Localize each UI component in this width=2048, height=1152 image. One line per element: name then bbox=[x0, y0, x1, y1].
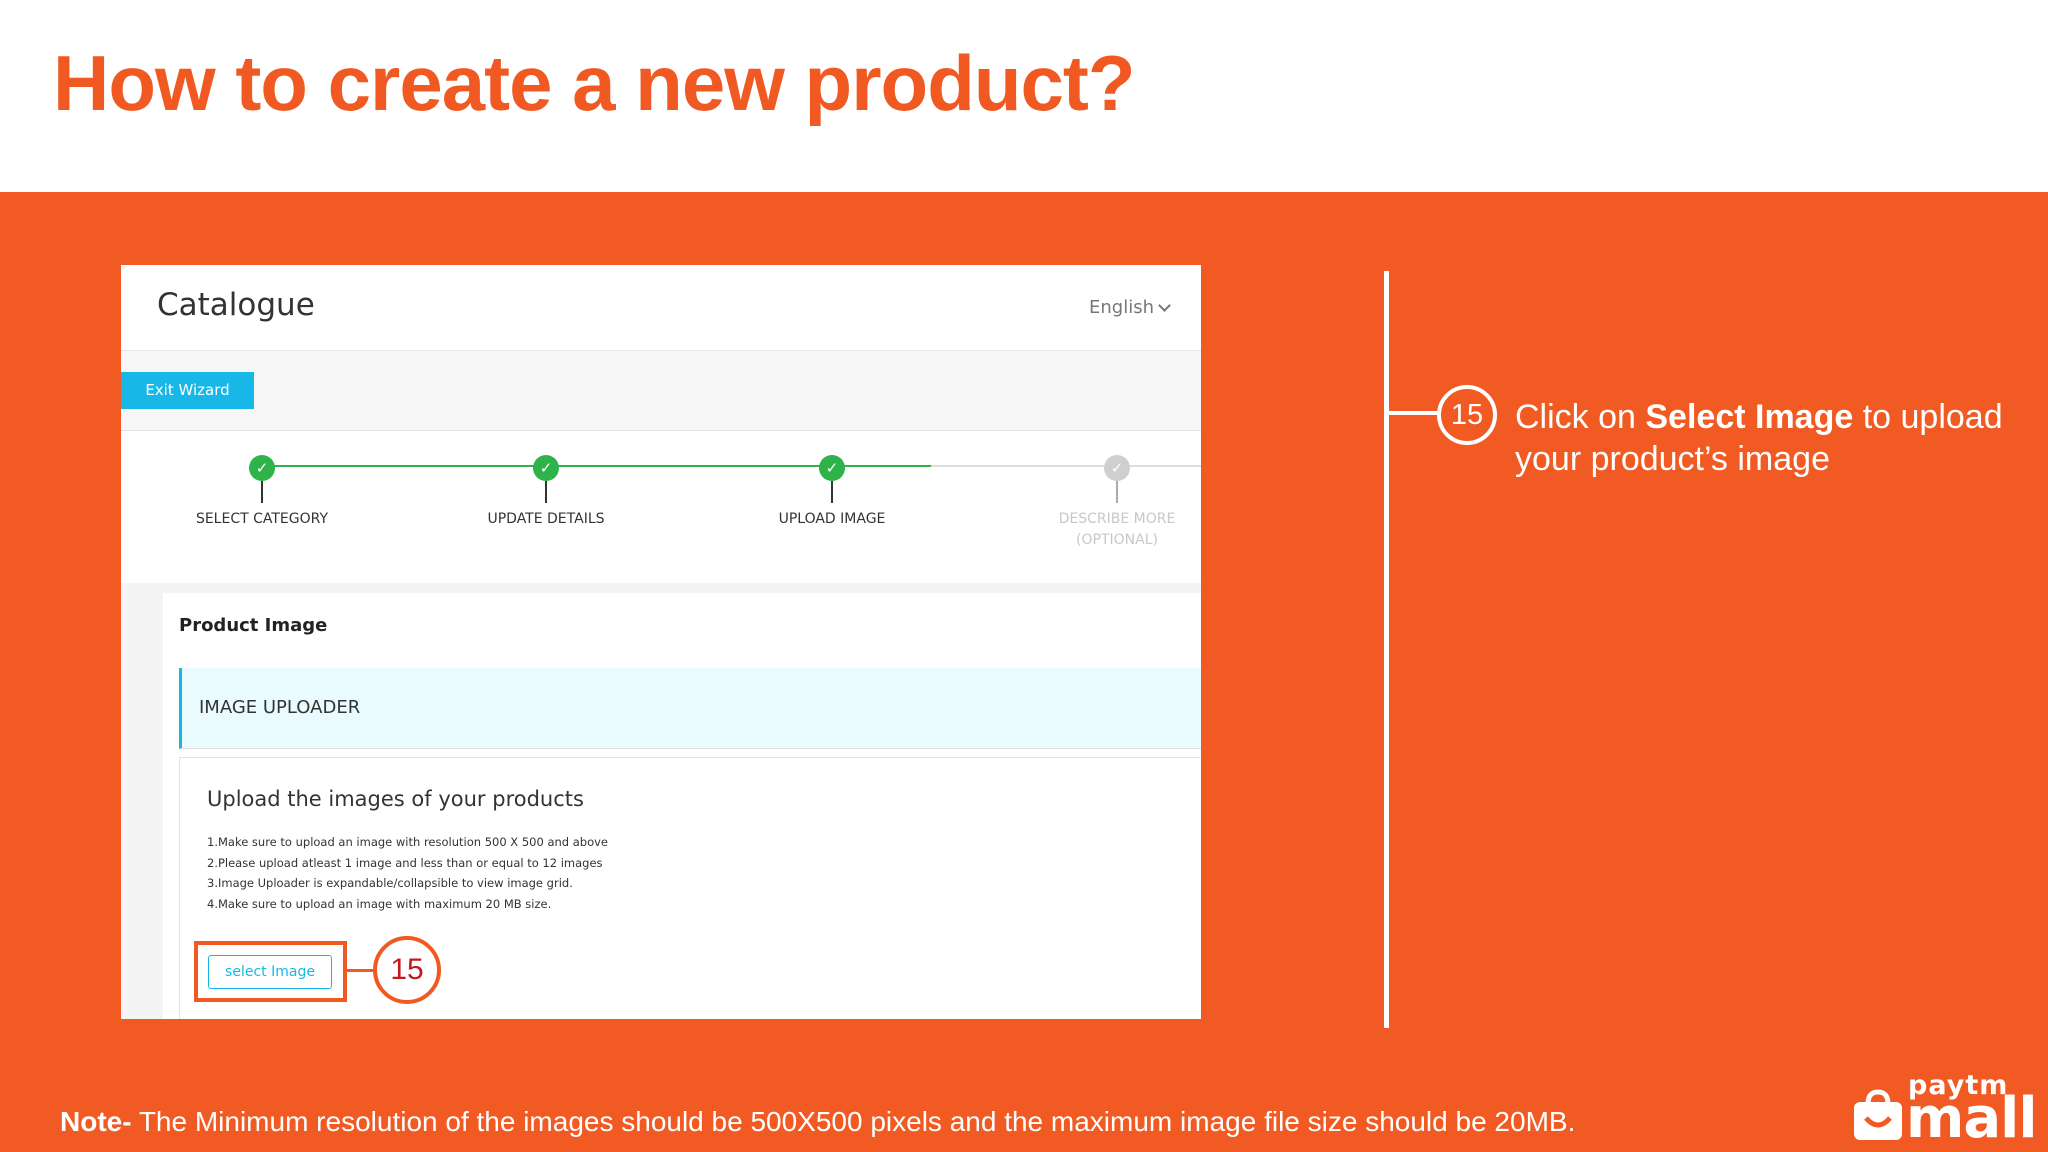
app-header: Catalogue English bbox=[121, 265, 1201, 351]
step-number-badge: 15 bbox=[373, 936, 441, 1004]
divider-line bbox=[1384, 271, 1389, 1028]
language-label: English bbox=[1089, 297, 1154, 318]
uploader-title: IMAGE UPLOADER bbox=[199, 697, 361, 718]
language-select[interactable]: English bbox=[1089, 297, 1171, 318]
callout-text: Click on Select Image to upload your pro… bbox=[1515, 398, 2003, 478]
callout-connector bbox=[1389, 411, 1439, 415]
rule-item: 2.Please upload atleast 1 image and less… bbox=[207, 855, 603, 870]
shopping-bag-icon bbox=[1854, 1089, 1902, 1140]
footnote: Note- The Minimum resolution of the imag… bbox=[60, 1106, 1576, 1137]
step-tick bbox=[1116, 481, 1118, 503]
rule-item: 4.Make sure to upload an image with maxi… bbox=[207, 896, 552, 911]
exit-wizard-button[interactable]: Exit Wizard bbox=[121, 372, 254, 409]
image-uploader-panel[interactable]: IMAGE UPLOADER bbox=[179, 668, 1201, 749]
check-icon: ✓ bbox=[819, 455, 845, 481]
check-icon: ✓ bbox=[249, 455, 275, 481]
rule-item: 1.Make sure to upload an image with reso… bbox=[207, 835, 608, 849]
step-describe-more[interactable]: ✓ DESCRIBE MORE (OPTIONAL) bbox=[1007, 455, 1201, 551]
step-upload-image[interactable]: ✓ UPLOAD IMAGE bbox=[722, 455, 942, 530]
callout-number: 15 bbox=[1437, 385, 1497, 445]
paytm-mall-logo: paytm mall bbox=[1852, 1068, 2038, 1151]
slide-header: How to create a new product? bbox=[0, 0, 2048, 192]
step-update-details[interactable]: ✓ UPDATE DETAILS bbox=[436, 455, 656, 530]
step-label: DESCRIBE MORE (OPTIONAL) bbox=[1058, 511, 1176, 548]
step-label: UPDATE DETAILS bbox=[487, 511, 605, 527]
app-title: Catalogue bbox=[157, 287, 315, 323]
step-tick bbox=[261, 481, 263, 503]
highlight-box bbox=[194, 941, 347, 1002]
step-label: SELECT CATEGORY bbox=[195, 511, 329, 527]
slide-title: How to create a new product? bbox=[53, 39, 1135, 127]
upload-heading: Upload the images of your products bbox=[207, 787, 584, 811]
step-select-category[interactable]: ✓ SELECT CATEGORY bbox=[152, 455, 372, 530]
chevron-down-icon bbox=[1158, 298, 1171, 312]
highlight-connector bbox=[347, 969, 375, 972]
catalogue-screenshot: Catalogue English Exit Wizard ✓ SELECT C… bbox=[121, 265, 1201, 1019]
check-icon: ✓ bbox=[533, 455, 559, 481]
step-tick bbox=[545, 481, 547, 503]
step-label: UPLOAD IMAGE bbox=[778, 511, 886, 527]
logo-text-bottom: mall bbox=[1906, 1086, 2038, 1151]
step-tick bbox=[831, 481, 833, 503]
upload-rules: 1.Make sure to upload an image with reso… bbox=[207, 832, 608, 914]
check-icon: ✓ bbox=[1104, 455, 1130, 481]
rule-item: 3.Image Uploader is expandable/collapsib… bbox=[207, 876, 573, 890]
section-title: Product Image bbox=[179, 615, 328, 636]
